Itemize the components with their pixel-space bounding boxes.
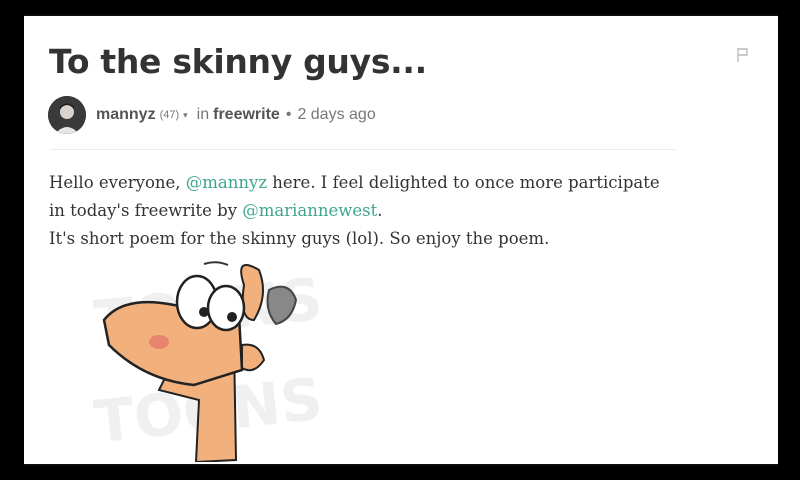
author-avatar[interactable] [48,96,86,134]
post-title: To the skinny guys... [49,42,427,81]
meta-separator: • [285,106,292,123]
body-text: here. I feel delighted to once more part… [267,173,660,192]
post-body: Hello everyone, @mannyz here. I feel del… [49,169,729,253]
body-text: . [377,201,383,220]
author-name[interactable]: mannyz [96,106,156,124]
post-byline: mannyz (47) ▾ in freewrite • 2 days ago [48,96,376,134]
mention-link-mannyz[interactable]: @mannyz [186,173,267,192]
divider [50,149,676,150]
bottom-border [24,464,778,466]
body-line-2: in today's freewrite by @mariannewest. [49,197,729,225]
mention-link-mariannewest[interactable]: @mariannewest [242,201,377,220]
post-timestamp: 2 days ago [297,106,376,123]
body-line-1: Hello everyone, @mannyz here. I feel del… [49,169,729,197]
top-border [24,14,778,16]
flag-icon[interactable] [736,47,750,63]
body-text: in today's freewrite by [49,201,243,220]
post-container: To the skinny guys... mannyz (47) ▾ in f… [24,14,778,466]
author-reputation: (47) [159,109,180,121]
cartoon-illustration: TOONS TOONS [91,261,325,462]
chevron-down-icon[interactable]: ▾ [183,110,188,121]
community-link[interactable]: freewrite [213,106,280,124]
in-label: in [196,106,210,123]
body-text: Hello everyone, [49,173,186,192]
body-line-3: It's short poem for the skinny guys (lol… [49,229,550,248]
